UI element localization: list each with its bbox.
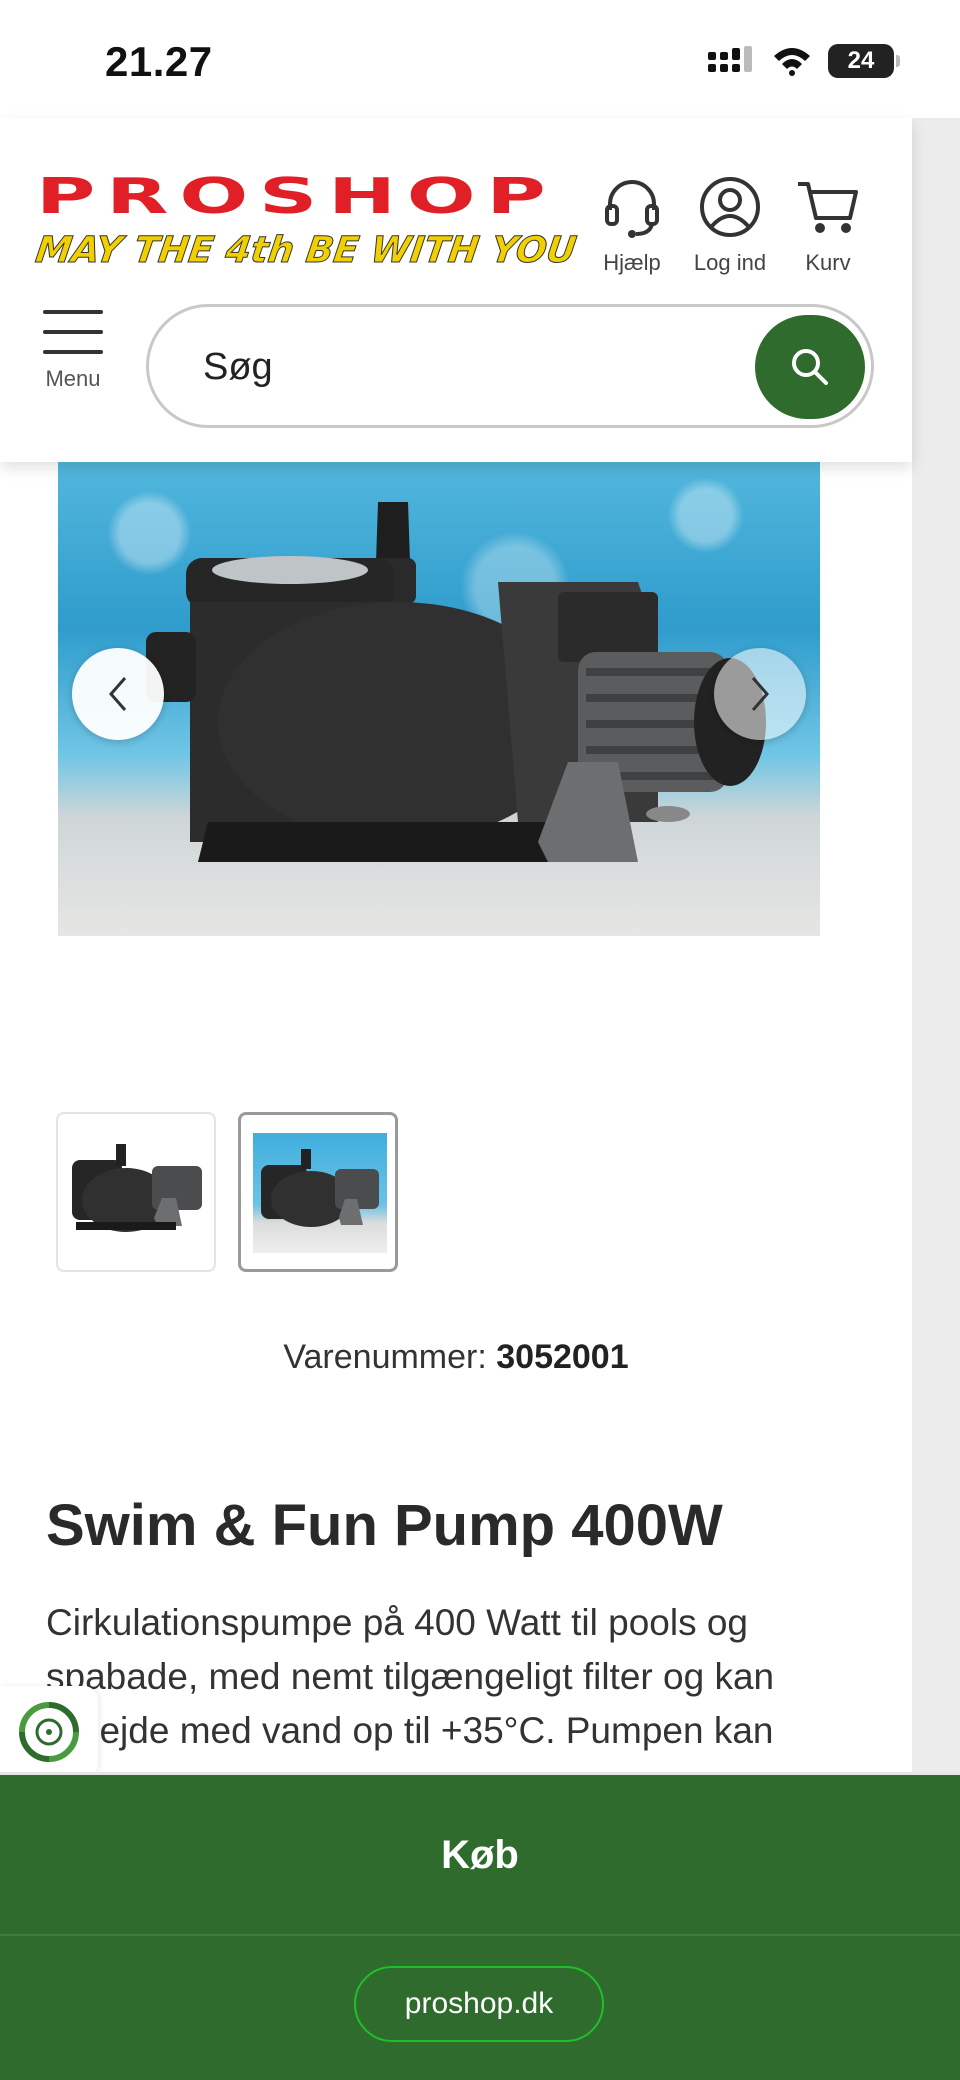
search-box xyxy=(146,304,874,428)
recycle-icon xyxy=(19,1702,79,1762)
url-text: proshop.dk xyxy=(404,1987,554,2020)
headset-icon xyxy=(605,180,659,238)
buy-button[interactable]: Køb xyxy=(0,1772,960,1935)
browser-url-bar: proshop.dk xyxy=(0,1934,960,2080)
sku-value: 3052001 xyxy=(496,1338,629,1376)
hamburger-icon xyxy=(36,310,110,354)
user-icon xyxy=(700,177,760,237)
menu-button[interactable]: Menu xyxy=(36,310,110,392)
logo-tagline: MAY THE 4th BE WITH YOU xyxy=(33,230,580,272)
carousel-next-button[interactable] xyxy=(714,648,806,740)
sku-line: Varenummer: 3052001 xyxy=(0,1338,912,1377)
carousel-prev-button[interactable] xyxy=(72,648,164,740)
cart-button[interactable]: Kurv xyxy=(778,176,878,276)
cart-label: Kurv xyxy=(805,250,851,275)
product-description: Cirkulationspumpe på 400 Watt til pools … xyxy=(46,1602,775,1751)
site-header: PROSHOP MAY THE 4th BE WITH YOU Hjælp Lo… xyxy=(0,118,912,462)
proshop-logo[interactable]: PROSHOP MAY THE 4th BE WITH YOU xyxy=(33,172,580,272)
cellular-signal-icon xyxy=(708,46,752,72)
url-pill[interactable]: proshop.dk xyxy=(354,1966,604,2042)
login-button[interactable]: Log ind xyxy=(680,176,780,276)
menu-label: Menu xyxy=(45,366,101,391)
thumbnail-pump-image xyxy=(72,1144,202,1232)
search-button[interactable] xyxy=(755,315,865,419)
product-image[interactable] xyxy=(58,462,820,936)
status-bar: 21.27 24 xyxy=(0,0,960,118)
login-label: Log ind xyxy=(693,250,767,275)
pool-pump-image xyxy=(146,502,766,862)
thumbnail-2[interactable] xyxy=(238,1112,398,1272)
status-icons: 24 xyxy=(708,44,900,78)
battery-icon: 24 xyxy=(828,44,900,78)
help-label: Hjælp xyxy=(603,250,661,275)
help-button[interactable]: Hjælp xyxy=(582,176,682,276)
sku-label: Varenummer: xyxy=(283,1338,487,1376)
buy-label: Køb xyxy=(441,1832,519,1877)
cart-icon xyxy=(798,182,858,233)
thumbnail-1[interactable] xyxy=(56,1112,216,1272)
chevron-right-icon xyxy=(751,677,769,711)
product-title: Swim & Fun Pump 400W xyxy=(46,1493,723,1558)
eco-badge[interactable] xyxy=(0,1686,98,1778)
search-input[interactable] xyxy=(201,331,705,403)
wifi-icon xyxy=(774,48,810,76)
chevron-left-icon xyxy=(109,677,127,711)
search-icon xyxy=(792,349,828,385)
thumbnail-pump-image xyxy=(261,1149,379,1227)
status-time: 21.27 xyxy=(105,38,213,85)
battery-level: 24 xyxy=(847,47,875,74)
